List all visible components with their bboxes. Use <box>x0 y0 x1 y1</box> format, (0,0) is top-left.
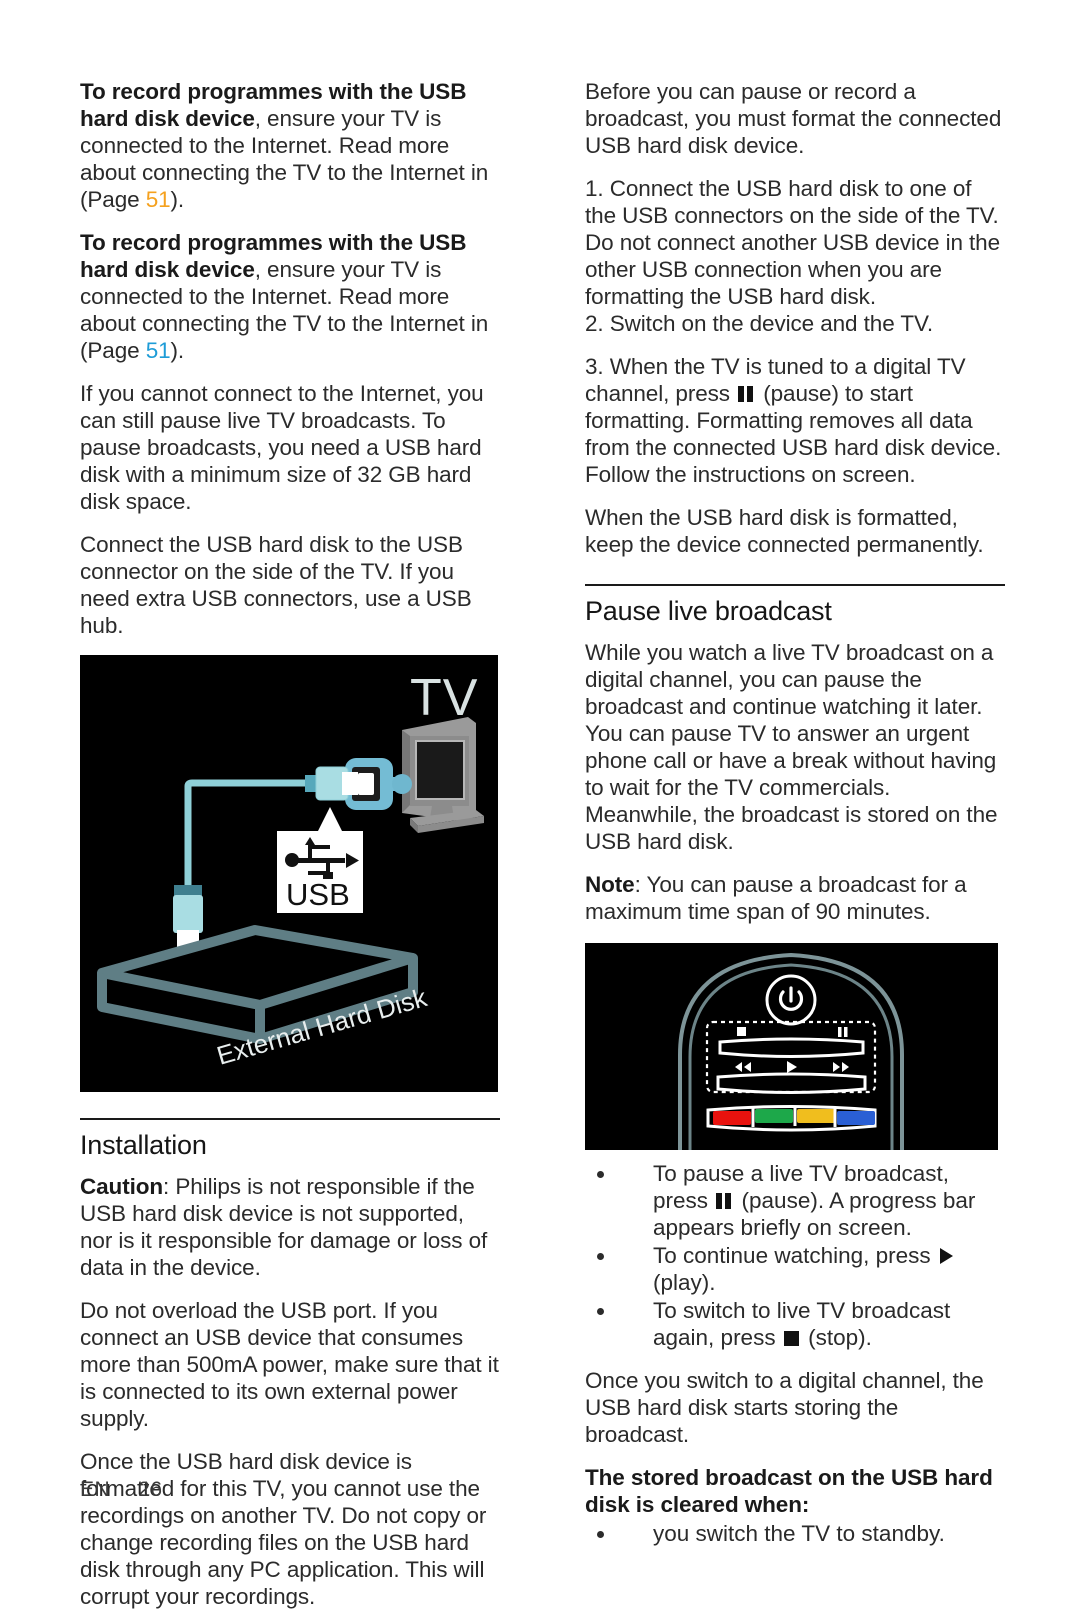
language-code: EN <box>80 1478 111 1501</box>
paragraph-tail-2: ). <box>170 338 185 363</box>
paragraph-pause-intro: While you watch a live TV broadcast on a… <box>585 640 998 854</box>
caution-label: Caution <box>80 1174 164 1199</box>
paragraph-tail-1: ). <box>170 187 185 212</box>
right-column: Before you can pause or record a broadca… <box>585 78 1005 1563</box>
play-icon <box>939 1247 954 1264</box>
page-reference-link-orange[interactable]: 51 <box>146 187 171 212</box>
green-key <box>755 1109 793 1123</box>
usb-hard-disk-connection-diagram: TV USB External Hard Disk <box>80 655 498 1092</box>
paragraph-step-1: 1. Connect the USB hard disk to one of t… <box>585 176 1001 309</box>
blue-key <box>837 1111 875 1125</box>
stop-icon <box>737 1027 746 1036</box>
manual-page: To record programmes with the USB hard d… <box>0 0 1080 1609</box>
list-item: To switch to live TV broadcast again, pr… <box>585 1297 1005 1351</box>
usb-plug-bottom <box>173 885 203 948</box>
page-number: 26 <box>138 1478 163 1501</box>
red-key <box>713 1111 751 1125</box>
paragraph-record-programmes-2: To record programmes with the USB hard d… <box>80 229 500 364</box>
page-footer: EN 26 <box>80 1478 163 1502</box>
paragraph-keep-connected: When the USB hard disk is formatted, kee… <box>585 505 984 557</box>
bullet-3-tail: (stop). <box>801 1325 872 1350</box>
installation-section: Installation Caution: Philips is not res… <box>80 1118 500 1610</box>
note-label: Note <box>585 872 635 897</box>
paragraph-step-3: 3. When the TV is tuned to a digital TV … <box>585 353 1005 488</box>
paragraph-connect-usb: Connect the USB hard disk to the USB con… <box>80 532 472 638</box>
paragraph-once-formatted: Once the USB hard disk device is formatt… <box>80 1449 487 1609</box>
paragraph-caution: Caution: Philips is not responsible if t… <box>80 1173 500 1281</box>
bullet-2-lead: To continue watching, press <box>653 1243 937 1268</box>
paragraph-step-2: 2. Switch on the device and the TV. <box>585 311 933 336</box>
cleared-when-list: you switch the TV to standby. <box>585 1520 1005 1547</box>
playback-instructions-list: To pause a live TV broadcast, press (pau… <box>585 1160 1005 1351</box>
stop-icon <box>783 1329 800 1346</box>
paragraph-record-programmes-1: To record programmes with the USB hard d… <box>80 78 500 213</box>
paragraph-cannot-connect: If you cannot connect to the Internet, y… <box>80 381 484 514</box>
usb-label: USB <box>286 877 350 912</box>
list-item: you switch the TV to standby. <box>585 1520 1005 1547</box>
page-reference-link-blue[interactable]: 51 <box>146 338 171 363</box>
pause-live-broadcast-heading: Pause live broadcast <box>585 596 832 626</box>
note-body: : You can pause a broadcast for a maximu… <box>585 872 967 924</box>
paragraph-do-not-overload: Do not overload the USB port. If you con… <box>80 1298 499 1431</box>
pause-icon <box>738 385 755 402</box>
yellow-key <box>797 1109 835 1123</box>
left-column: To record programmes with the USB hard d… <box>80 78 500 1620</box>
pause-live-broadcast-section: Pause live broadcast While you watch a l… <box>585 584 1005 925</box>
installation-heading: Installation <box>80 1130 207 1160</box>
paragraph-note: Note: You can pause a broadcast for a ma… <box>585 871 1005 925</box>
pause-icon <box>716 1192 733 1209</box>
bullet-2-tail: (play). <box>653 1270 716 1295</box>
list-item: To pause a live TV broadcast, press (pau… <box>585 1160 1005 1241</box>
remote-control-playback-buttons-diagram <box>585 943 998 1150</box>
list-item: To continue watching, press (play). <box>585 1242 1005 1296</box>
paragraph-before-format: Before you can pause or record a broadca… <box>585 79 1002 158</box>
paragraph-once-switch-digital: Once you switch to a digital channel, th… <box>585 1368 984 1447</box>
stored-broadcast-cleared-heading: The stored broadcast on the USB hard dis… <box>585 1465 993 1517</box>
